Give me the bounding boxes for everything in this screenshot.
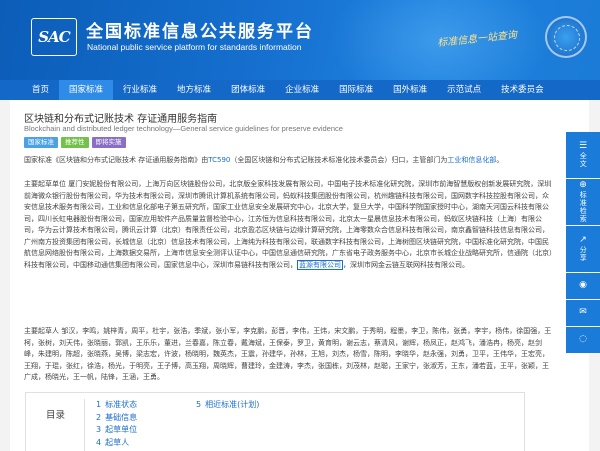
full-text-icon: ☰ xyxy=(578,140,588,151)
nav-item-0[interactable]: 首页 xyxy=(22,80,59,100)
toc-item-label: 基础信息 xyxy=(105,412,138,422)
sidebar-button-label: 标准检索 xyxy=(579,191,588,224)
toc-item-label: 标准状态 xyxy=(105,400,138,409)
nav-item-4[interactable]: 团体标准 xyxy=(221,80,275,100)
drafters-paragraph: 主要起草人 邹汉，李鸣，姚梓青，周平，杜宇，张浩，季斌，张小军，李克鹏，彭晋，李… xyxy=(24,327,552,381)
share-icon: ↗ xyxy=(579,234,587,245)
nav-item-2[interactable]: 行业标准 xyxy=(113,80,167,100)
page-title-en: Blockchain and distributed ledger techno… xyxy=(24,124,343,133)
weibo-icon: ◉ xyxy=(579,279,587,290)
toc-item-label: 相近标准(计划) xyxy=(205,400,260,409)
site-header: SAC 全国标准信息公共服务平台 National public service… xyxy=(0,0,600,80)
site-title: 全国标准信息公共服务平台 xyxy=(86,22,314,42)
toc-item-number: 1 xyxy=(96,400,102,409)
logo-text: SAC xyxy=(38,28,70,46)
dept-link[interactable]: 工业和信息化部 xyxy=(447,156,496,164)
toc-item[interactable]: 2 基础信息 xyxy=(96,412,137,425)
drafting-units-tail: ，深圳市网金云链互联网科技有限公司。 xyxy=(343,260,469,269)
nav-item-7[interactable]: 国外标准 xyxy=(383,80,437,100)
toc-column-2: 5 相近标准(计划) xyxy=(196,399,259,412)
status-tags: 国家标准 推荐性 即将实施 xyxy=(24,137,126,148)
tag-recommended: 推荐性 xyxy=(61,137,89,148)
nav-item-1[interactable]: 国家标准 xyxy=(59,80,114,100)
wechat-icon: ✉ xyxy=(579,306,587,317)
toc-item-number: 2 xyxy=(96,412,102,422)
qq-icon: ◌ xyxy=(579,333,587,344)
page-title: 区块链和分布式记账技术 存证通用服务指南 xyxy=(24,114,218,125)
right-floating-toolbar: ☰ 全文 ⊕ 标准检索 ↗ 分享 ◉ ✉ ◌ xyxy=(566,132,600,354)
toc-item[interactable]: 3 起草单位 xyxy=(96,424,137,437)
nav-item-6[interactable]: 国际标准 xyxy=(329,80,383,100)
toc-item-number: 3 xyxy=(96,425,102,434)
toc-item[interactable]: 4 起草人 xyxy=(96,437,137,450)
drafting-units-paragraph: 主要起草单位 厦门安妮股份有限公司，上海万向区块链股份公司，北京版全家科技发展有… xyxy=(24,179,554,271)
toc-item-label: 起草人 xyxy=(105,437,130,447)
header-emblem-icon xyxy=(545,16,587,58)
toc-item[interactable]: 5 相近标准(计划) xyxy=(196,399,259,412)
sac-logo[interactable]: SAC xyxy=(31,18,77,56)
intro-middle: （全国区块链和分布式记账技术标准化技术委员会）归口，主管部门为 xyxy=(230,156,448,164)
sidebar-button-qq[interactable]: ◌ xyxy=(566,327,600,353)
sidebar-button-label: 分享 xyxy=(579,246,588,263)
highlighted-unit: 蓝源有限公司 xyxy=(297,259,343,270)
intro-paragraph: 国家标准《区块链和分布式记账技术 存证通用服务指南》由TC590（全国区块链和分… xyxy=(24,155,554,167)
toc-divider xyxy=(84,399,85,451)
sidebar-button-wechat[interactable]: ✉ xyxy=(566,300,600,326)
main-nav: 首页 国家标准 行业标准 地方标准 团体标准 企业标准 国际标准 国外标准 示范试点 技术委员会 xyxy=(0,80,600,100)
sidebar-button-weibo[interactable]: ◉ xyxy=(566,273,600,299)
sidebar-button-full-text[interactable]: ☰ 全文 xyxy=(566,132,600,178)
sidebar-button-download[interactable]: ⊕ 标准检索 xyxy=(566,179,600,225)
intro-suffix: 。 xyxy=(496,156,504,164)
toc-item[interactable]: 1 标准状态 xyxy=(96,399,137,412)
toc-item-number: 5 xyxy=(196,400,202,409)
main-content: 区块链和分布式记账技术 存证通用服务指南 Blockchain and dist… xyxy=(10,100,589,451)
nav-item-8[interactable]: 示范试点 xyxy=(437,80,491,100)
sidebar-button-share[interactable]: ↗ 分享 xyxy=(566,226,600,272)
nav-item-3[interactable]: 地方标准 xyxy=(167,80,221,100)
sidebar-button-label: 全文 xyxy=(579,152,588,169)
toc-item-label: 起草单位 xyxy=(105,425,138,434)
intro-prefix: 国家标准《区块链和分布式记账技术 存证通用服务指南》由 xyxy=(24,156,209,164)
site-subtitle: National public service platform for sta… xyxy=(87,42,302,52)
toc-label: 目录 xyxy=(46,410,66,421)
drafting-units-text: 主要起草单位 厦门安妮股份有限公司，上海万向区块链股份公司，北京版全家科技发展有… xyxy=(24,180,553,269)
download-icon: ⊕ xyxy=(579,179,587,190)
tc-link[interactable]: TC590 xyxy=(208,156,230,164)
toc-column-1: 1 标准状态 2 基础信息 3 起草单位 4 起草人 xyxy=(96,399,137,449)
nav-item-5[interactable]: 企业标准 xyxy=(275,80,329,100)
tag-upcoming: 即将实施 xyxy=(91,137,126,148)
toc-item-number: 4 xyxy=(96,437,102,447)
table-of-contents: 目录 1 标准状态 2 基础信息 3 起草单位 4 起草人 5 相近标准(计划) xyxy=(25,392,525,451)
nav-item-9[interactable]: 技术委员会 xyxy=(491,80,554,100)
tag-national: 国家标准 xyxy=(24,137,58,148)
